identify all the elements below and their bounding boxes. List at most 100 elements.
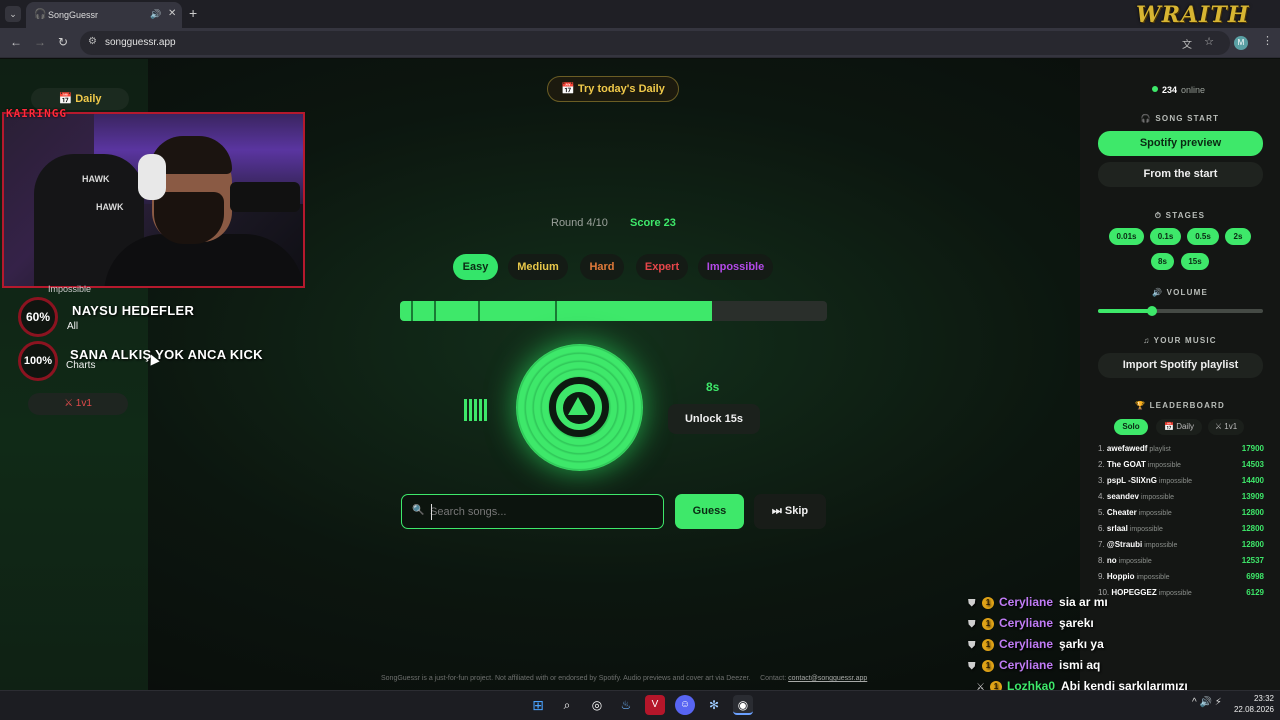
leaderboard-row: 9. Hoppio impossible 6998	[1098, 572, 1264, 586]
unlock-button[interactable]: Unlock 15s	[668, 404, 760, 434]
shield-badge-icon: ⛊	[968, 598, 976, 609]
browser-tab[interactable]: 🎧 SongGuessr 🔊 ✕	[26, 2, 182, 28]
chat-username: Ceryliane	[999, 658, 1054, 672]
address-bar[interactable]: ⚙ songguessr.app 文 ☆	[80, 31, 1230, 55]
headphones-icon: 🎧	[34, 9, 47, 20]
difficulty-expert[interactable]: Expert	[636, 254, 688, 280]
left-1v1-button[interactable]: ⚔ 1v1	[28, 393, 128, 415]
leaderboard-mode: impossible	[1147, 462, 1181, 469]
footer-disclaimer: SongGuessr is a just-for-fun project. No…	[381, 675, 751, 682]
microphone	[230, 182, 300, 212]
try-daily-button[interactable]: 📅 Try today's Daily	[547, 76, 679, 102]
chrome-icon[interactable]: ◉	[733, 695, 753, 715]
difficulty-hard[interactable]: Hard	[580, 254, 624, 280]
system-tray[interactable]: ^ 🔊 ⚡	[1192, 697, 1222, 708]
song-percent-ring: 100%	[18, 341, 58, 381]
subscriber-badge-icon: 1	[982, 618, 994, 630]
import-playlist-button[interactable]: Import Spotify playlist	[1098, 353, 1263, 378]
more-menu-icon[interactable]: ⋮	[1262, 34, 1273, 47]
chat-username: Ceryliane	[999, 637, 1054, 651]
search-box[interactable]: 🔍	[401, 494, 664, 529]
leaderboard-name: Cheater	[1106, 508, 1137, 517]
discord-icon[interactable]: ☺	[675, 695, 695, 715]
forward-arrow-icon[interactable]: →	[34, 35, 46, 49]
shield-badge-icon: ⛊	[968, 661, 976, 672]
online-indicator: 234 online	[1152, 85, 1205, 95]
stage-chip[interactable]: 0.5s	[1187, 228, 1219, 245]
guess-button[interactable]: Guess	[675, 494, 744, 529]
leaderboard-score: 12537	[1241, 556, 1264, 565]
stage-chip[interactable]: 2s	[1225, 228, 1251, 245]
search-input[interactable]	[430, 503, 655, 521]
close-icon[interactable]: ✕	[168, 8, 176, 19]
leaderboard-tab-solo[interactable]: Solo	[1114, 419, 1148, 435]
leaderboard-tab-daily[interactable]: 📅 Daily	[1156, 419, 1202, 435]
new-tab-icon[interactable]: +	[189, 5, 197, 21]
app-icon[interactable]: ◎	[587, 695, 607, 715]
leaderboard-name: @Straubi	[1106, 540, 1143, 549]
star-icon[interactable]: ☆	[1204, 35, 1214, 48]
try-daily-label: Try today's Daily	[577, 83, 665, 95]
leaderboard-row: 2. The GOAT impossible 14503	[1098, 460, 1264, 474]
leaderboard-rank: 1.	[1098, 444, 1105, 453]
difficulty-medium[interactable]: Medium	[508, 254, 568, 280]
leaderboard-rank: 7.	[1098, 540, 1105, 549]
leaderboard-score: 17900	[1241, 444, 1264, 453]
browser-toolbar: ← → ↻ ⚙ songguessr.app 文 ☆	[0, 28, 1280, 58]
leaderboard-score: 14503	[1241, 460, 1264, 469]
volume-heading: 🔊 VOLUME	[1151, 288, 1209, 297]
progress-segment	[555, 301, 557, 321]
profile-avatar[interactable]: M	[1234, 36, 1248, 50]
leaderboard-tab-1v1[interactable]: ⚔ 1v1	[1208, 419, 1244, 435]
contact-email-link[interactable]: contact@songguessr.app	[788, 675, 867, 682]
chat-username: Ceryliane	[999, 616, 1054, 630]
chat-message: ⛊ 1 Ceryliane şarkı ya	[968, 637, 1104, 655]
tab-search-icon[interactable]: ⌄	[5, 6, 21, 22]
leaderboard-mode: impossible	[1129, 526, 1163, 533]
footer: SongGuessr is a just-for-fun project. No…	[381, 675, 867, 682]
leaderboard-row: 8. no impossible 12537	[1098, 556, 1264, 570]
chair-logo: HAWK	[96, 202, 124, 212]
difficulty-impossible[interactable]: Impossible	[698, 254, 773, 280]
search-icon[interactable]: ⌕	[557, 695, 577, 715]
chat-text: ismi aq	[1059, 658, 1101, 672]
channel-logo: KAIRINGG	[6, 107, 67, 120]
progress-segment	[434, 301, 436, 321]
stage-chip[interactable]: 8s	[1151, 253, 1174, 270]
chat-text: sia ar mı	[1059, 595, 1108, 609]
subscriber-badge-icon: 1	[982, 639, 994, 651]
skip-button[interactable]: ⏭ Skip	[754, 494, 826, 529]
steam-icon[interactable]: ♨	[616, 695, 636, 715]
progress-segment	[411, 301, 413, 321]
all-label: All	[67, 321, 79, 332]
leaderboard-name: Hoppio	[1106, 572, 1135, 581]
leaderboard-name: seandev	[1106, 492, 1139, 501]
leaderboard-row: 7. @Straubi impossible 12800	[1098, 540, 1264, 554]
subscriber-badge-icon: 1	[982, 597, 994, 609]
settings-icon[interactable]: ✻	[704, 695, 724, 715]
shield-badge-icon: ⛊	[968, 619, 976, 630]
windows-start-icon[interactable]: ⊞	[528, 695, 548, 715]
chat-username: Ceryliane	[999, 595, 1054, 609]
leaderboard-score: 6998	[1246, 572, 1264, 581]
search-icon: 🔍	[412, 505, 425, 516]
stage-chip[interactable]: 0.1s	[1150, 228, 1181, 245]
stage-chip[interactable]: 0.01s	[1109, 228, 1144, 245]
leaderboard-score: 12800	[1241, 508, 1264, 517]
leaderboard-mode: impossible	[1144, 542, 1178, 549]
leaderboard-score: 13909	[1241, 492, 1264, 501]
spotify-preview-button[interactable]: Spotify preview	[1098, 131, 1263, 156]
leaderboard-row: 4. seandev impossible 13909	[1098, 492, 1264, 506]
vivaldi-icon[interactable]: V	[645, 695, 665, 715]
back-arrow-icon[interactable]: ←	[10, 35, 22, 49]
site-info-icon[interactable]: ⚙	[88, 36, 97, 47]
translate-icon[interactable]: 文	[1182, 36, 1192, 51]
leaderboard-rank: 4.	[1098, 492, 1105, 501]
stage-chip[interactable]: 15s	[1181, 253, 1209, 270]
difficulty-easy[interactable]: Easy	[453, 254, 498, 280]
from-start-button[interactable]: From the start	[1098, 162, 1263, 187]
leaderboard-name: pspL -SliXnG	[1106, 476, 1157, 485]
taskbar-clock[interactable]: 23:32 22.08.2026	[1228, 693, 1274, 715]
reload-icon[interactable]: ↻	[58, 35, 68, 49]
speaker-icon[interactable]: 🔊	[150, 9, 161, 20]
